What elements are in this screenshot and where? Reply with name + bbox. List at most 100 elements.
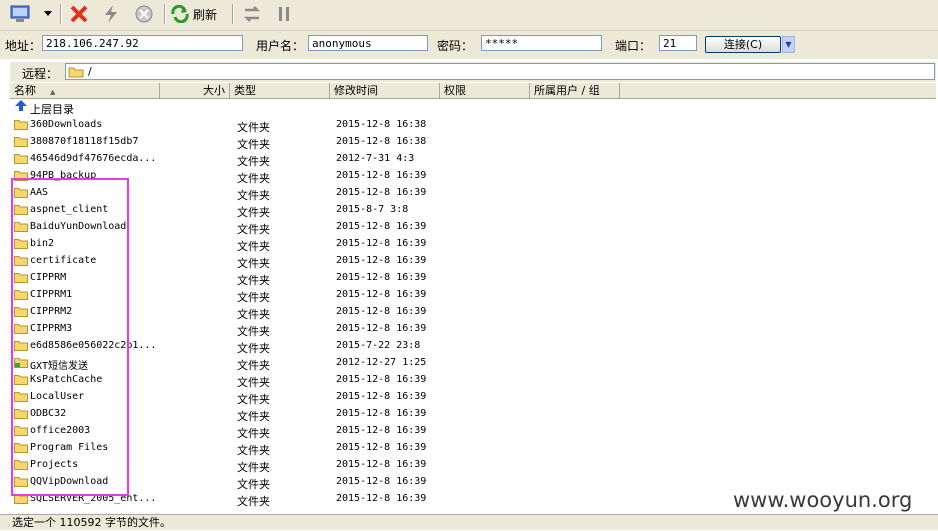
flash-icon[interactable] bbox=[99, 3, 123, 25]
file-modified: 2015-12-8 16:39 bbox=[336, 476, 427, 487]
username-input[interactable]: anonymous bbox=[308, 35, 428, 51]
folder-icon bbox=[14, 375, 28, 385]
column-size[interactable]: 大小 bbox=[160, 83, 230, 98]
stop-icon[interactable] bbox=[132, 3, 156, 25]
column-owner[interactable]: 所属用户 / 组 bbox=[530, 83, 620, 98]
folder-icon bbox=[14, 239, 28, 249]
column-permissions[interactable]: 权限 bbox=[440, 83, 530, 98]
file-modified: 2015-12-8 16:39 bbox=[336, 170, 427, 181]
folder-icon bbox=[14, 171, 28, 181]
file-modified: 2012-7-31 4:3 bbox=[336, 153, 415, 164]
file-row[interactable]: KsPatchCache 文件夹 2015-12-8 16:39 bbox=[10, 371, 936, 389]
file-modified: 2015-12-8 16:39 bbox=[336, 493, 427, 504]
folder-icon bbox=[14, 188, 28, 198]
file-modified: 2015-12-8 16:39 bbox=[336, 374, 427, 385]
folder-icon bbox=[14, 409, 28, 419]
file-modified: 2015-12-8 16:39 bbox=[336, 323, 427, 334]
computer-icon[interactable] bbox=[6, 3, 34, 25]
folder-icon bbox=[14, 324, 28, 334]
address-input[interactable]: 218.106.247.92 bbox=[42, 35, 243, 51]
file-row[interactable]: office2003 文件夹 2015-12-8 16:39 bbox=[10, 422, 936, 440]
remote-path-bar: 远程： / bbox=[10, 62, 936, 82]
remote-label: 远程： bbox=[22, 67, 59, 81]
file-name: CIPPRM3 bbox=[30, 323, 73, 334]
parent-directory-row[interactable]: 上层目录 bbox=[10, 99, 936, 116]
file-name: 94PB_backup bbox=[30, 170, 97, 181]
file-type: 文件夹 bbox=[237, 495, 270, 508]
folder-icon bbox=[14, 426, 28, 436]
file-name: e6d8586e056022c2b1... bbox=[30, 340, 157, 351]
column-type[interactable]: 类型 bbox=[230, 83, 330, 98]
folder-icon bbox=[14, 222, 28, 232]
file-modified: 2015-12-8 16:39 bbox=[336, 459, 427, 470]
file-modified: 2012-12-27 1:25 bbox=[336, 357, 427, 368]
sort-arrow-icon: ▲ bbox=[50, 88, 56, 96]
file-modified: 2015-12-8 16:39 bbox=[336, 221, 427, 232]
toolbar-separator bbox=[164, 4, 166, 24]
file-name: aspnet_client bbox=[30, 204, 109, 215]
file-row[interactable]: 380870f18118f15db7 文件夹 2015-12-8 16:38 bbox=[10, 133, 936, 151]
file-name: certificate bbox=[30, 255, 97, 266]
file-row[interactable]: BaiduYunDownload 文件夹 2015-12-8 16:39 bbox=[10, 218, 936, 236]
file-name: Projects bbox=[30, 459, 79, 470]
file-row[interactable]: 360Downloads 文件夹 2015-12-8 16:38 bbox=[10, 116, 936, 134]
password-label: 密码： bbox=[437, 39, 474, 53]
column-name-label: 名称 bbox=[14, 84, 36, 97]
connection-bar: 地址： 218.106.247.92 用户名： anonymous 密码： **… bbox=[0, 31, 938, 59]
file-row[interactable]: certificate 文件夹 2015-12-8 16:39 bbox=[10, 252, 936, 270]
column-modified[interactable]: 修改时间 bbox=[330, 83, 440, 98]
transfer-icon[interactable] bbox=[240, 3, 264, 25]
file-row[interactable]: 46546d9df47676ecda... 文件夹 2012-7-31 4:3 bbox=[10, 150, 936, 168]
toolbar-separator bbox=[60, 4, 62, 24]
file-row[interactable]: ODBC32 文件夹 2015-12-8 16:39 bbox=[10, 405, 936, 423]
column-name[interactable]: 名称 ▲ bbox=[10, 83, 160, 98]
pause-icon[interactable] bbox=[272, 3, 296, 25]
file-row[interactable]: 94PB_backup 文件夹 2015-12-8 16:39 bbox=[10, 167, 936, 185]
remote-path-input[interactable]: / bbox=[65, 63, 935, 80]
folder-icon bbox=[68, 67, 84, 78]
dropdown-arrow-icon[interactable] bbox=[42, 3, 54, 25]
file-row[interactable]: CIPPRM1 文件夹 2015-12-8 16:39 bbox=[10, 286, 936, 304]
file-row[interactable]: GXT短信发送 文件夹 2012-12-27 1:25 bbox=[10, 354, 936, 372]
file-modified: 2015-12-8 16:39 bbox=[336, 238, 427, 249]
chevron-down-icon[interactable]: ▼ bbox=[782, 36, 795, 53]
file-row[interactable]: CIPPRM3 文件夹 2015-12-8 16:39 bbox=[10, 320, 936, 338]
refresh-button[interactable]: 刷新 bbox=[170, 3, 224, 25]
file-row[interactable]: Program Files 文件夹 2015-12-8 16:39 bbox=[10, 439, 936, 457]
file-name: ODBC32 bbox=[30, 408, 67, 419]
delete-icon[interactable] bbox=[67, 3, 91, 25]
remote-path-value: / bbox=[88, 65, 92, 78]
toolbar-separator bbox=[232, 4, 234, 24]
folder-icon bbox=[14, 307, 28, 317]
file-modified: 2015-12-8 16:39 bbox=[336, 391, 427, 402]
file-modified: 2015-7-22 23:8 bbox=[336, 340, 421, 351]
column-header: 名称 ▲ 大小 类型 修改时间 权限 所属用户 / 组 bbox=[10, 83, 936, 99]
file-row[interactable]: aspnet_client 文件夹 2015-8-7 3:8 bbox=[10, 201, 936, 219]
folder-icon bbox=[14, 137, 28, 147]
file-row[interactable]: CIPPRM2 文件夹 2015-12-8 16:39 bbox=[10, 303, 936, 321]
file-name: 360Downloads bbox=[30, 119, 103, 130]
file-row[interactable]: AAS 文件夹 2015-12-8 16:39 bbox=[10, 184, 936, 202]
password-input[interactable]: ***** bbox=[481, 35, 602, 51]
file-row[interactable]: LocalUser 文件夹 2015-12-8 16:39 bbox=[10, 388, 936, 406]
watermark: www.wooyun.org bbox=[733, 488, 913, 512]
file-name: 380870f18118f15db7 bbox=[30, 136, 139, 147]
up-arrow-icon bbox=[15, 100, 27, 111]
file-row[interactable]: Projects 文件夹 2015-12-8 16:39 bbox=[10, 456, 936, 474]
port-input[interactable]: 21 bbox=[659, 35, 697, 51]
folder-icon bbox=[14, 392, 28, 402]
file-name: KsPatchCache bbox=[30, 374, 103, 385]
file-row[interactable]: CIPPRM 文件夹 2015-12-8 16:39 bbox=[10, 269, 936, 287]
connect-button[interactable]: 连接(C) bbox=[705, 36, 781, 53]
port-label: 端口： bbox=[615, 39, 652, 53]
file-modified: 2015-12-8 16:39 bbox=[336, 306, 427, 317]
file-modified: 2015-12-8 16:39 bbox=[336, 187, 427, 198]
file-name: AAS bbox=[30, 187, 49, 198]
file-list: 上层目录 360Downloads 文件夹 2015-12-8 16:38 38087… bbox=[10, 99, 936, 515]
folder-icon bbox=[14, 443, 28, 453]
file-row[interactable]: bin2 文件夹 2015-12-8 16:39 bbox=[10, 235, 936, 253]
file-name: CIPPRM2 bbox=[30, 306, 73, 317]
file-modified: 2015-12-8 16:39 bbox=[336, 272, 427, 283]
file-row[interactable]: e6d8586e056022c2b1... 文件夹 2015-7-22 23:8 bbox=[10, 337, 936, 355]
folder-icon bbox=[14, 273, 28, 283]
